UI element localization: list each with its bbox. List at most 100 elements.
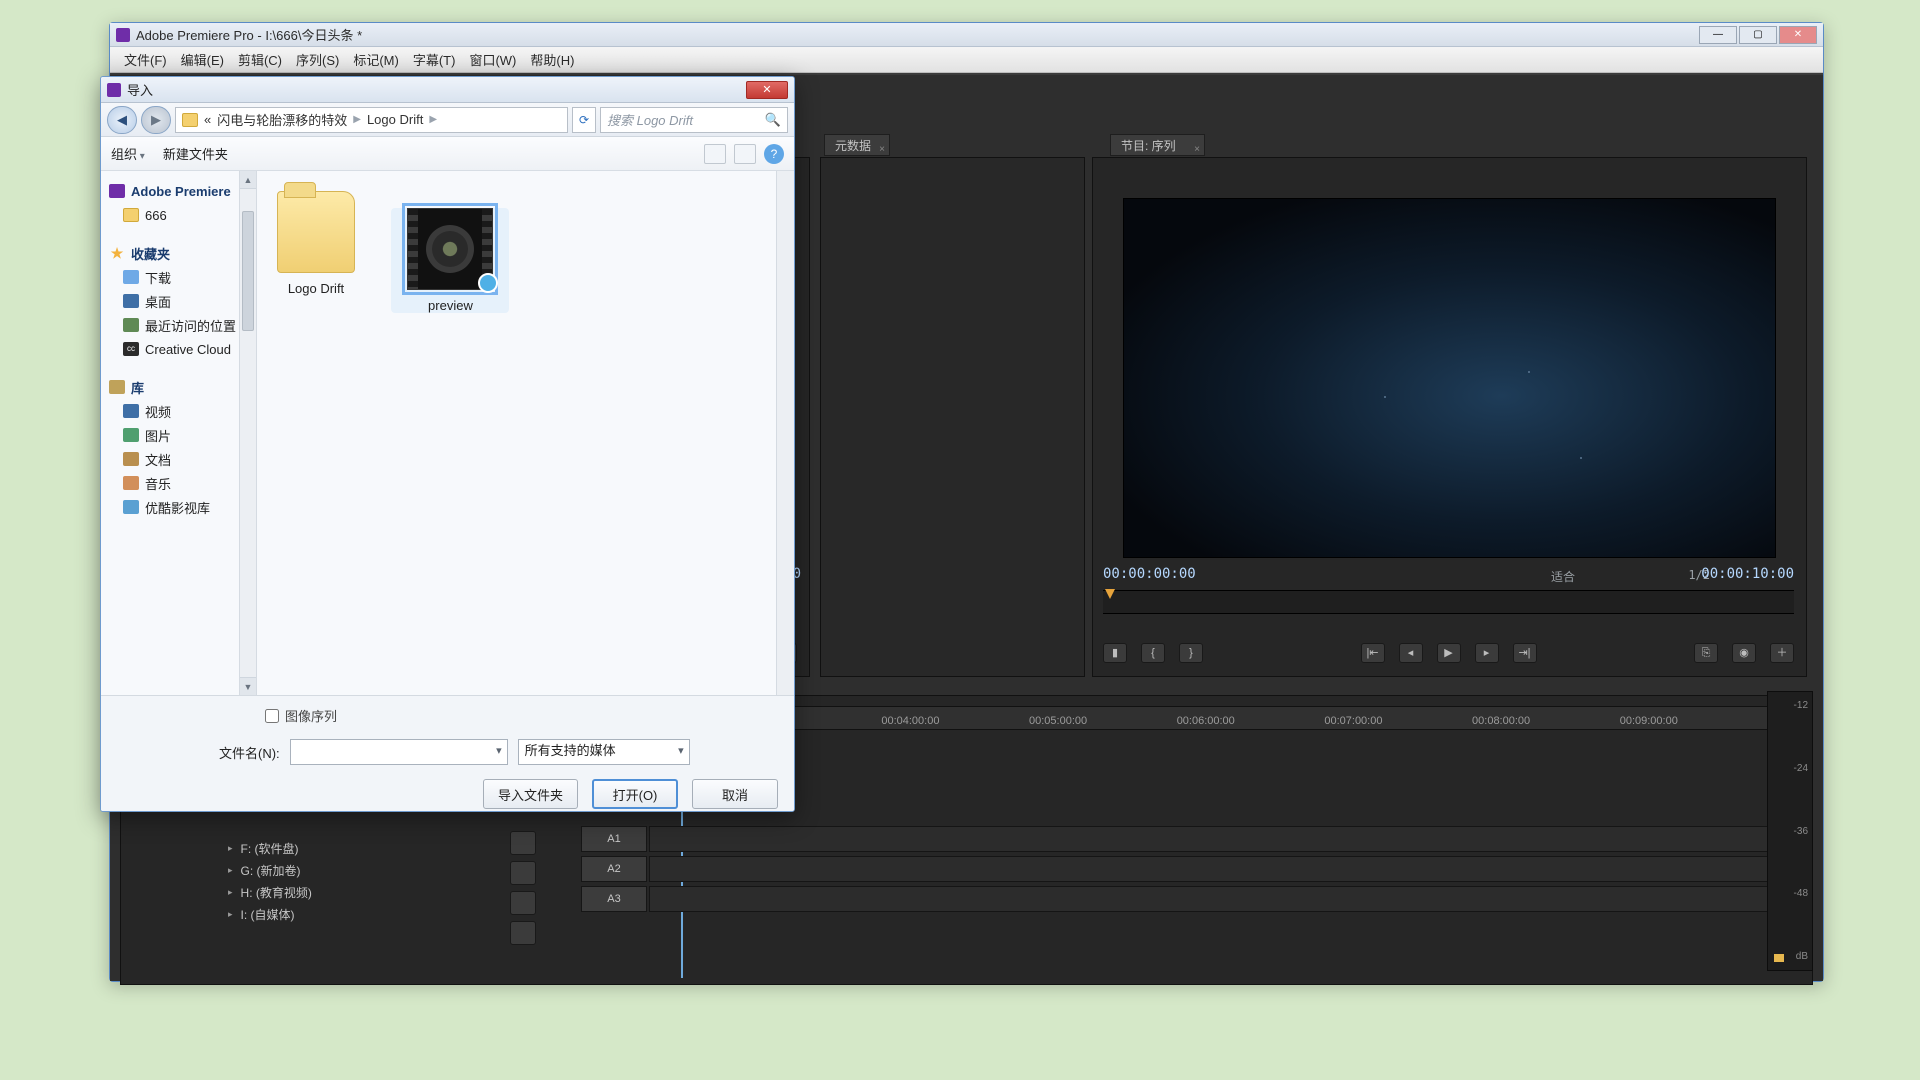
tree-node-premiere[interactable]: Adobe Premiere <box>109 179 236 203</box>
tree-node-downloads[interactable]: 下载 <box>109 265 236 289</box>
program-goto-out-button[interactable]: ⇥| <box>1513 643 1537 663</box>
program-scrubber[interactable] <box>1103 590 1794 614</box>
track-lane[interactable] <box>649 826 1800 852</box>
tree-node-music[interactable]: 音乐 <box>109 471 236 495</box>
tree-node-recent[interactable]: 最近访问的位置 <box>109 313 236 337</box>
track-head-a3[interactable]: A3 <box>581 886 647 912</box>
drive-item[interactable]: ▸F: (软件盘) <box>228 837 528 859</box>
menu-clip[interactable]: 剪辑(C) <box>238 50 282 69</box>
search-input[interactable]: 搜索 Logo Drift 🔍 <box>600 107 788 133</box>
window-minimize-button[interactable]: — <box>1699 26 1737 44</box>
tree-node-pictures[interactable]: 图片 <box>109 423 236 447</box>
tree-node-library[interactable]: 库 <box>109 375 236 399</box>
tree-node-666[interactable]: 666 <box>109 203 236 227</box>
file-list[interactable]: Logo Drift preview <box>241 171 794 695</box>
tab-program[interactable]: 节目: 序列 01 × <box>1110 134 1205 156</box>
file-name: preview <box>428 298 473 313</box>
tree-node-creative-cloud[interactable]: ccCreative Cloud <box>109 337 236 361</box>
playhead-icon[interactable] <box>1105 589 1115 599</box>
track-lane[interactable] <box>649 886 1800 912</box>
program-play-button[interactable]: ▶ <box>1437 643 1461 663</box>
open-button[interactable]: 打开(O) <box>592 779 678 809</box>
scroll-thumb[interactable] <box>242 211 254 331</box>
image-sequence-checkbox[interactable] <box>265 709 279 723</box>
tab-metadata[interactable]: 元数据 × <box>824 134 890 156</box>
refresh-button[interactable]: ⟳ <box>572 107 596 133</box>
program-add-button[interactable]: ＋ <box>1770 643 1794 663</box>
folder-icon <box>277 191 355 273</box>
dialog-titlebar[interactable]: 导入 ✕ <box>101 77 794 103</box>
ruler-tick: 00:09:00:00 <box>1620 715 1678 727</box>
program-monitor[interactable] <box>1123 198 1776 558</box>
filetype-combo[interactable]: 所有支持的媒体 <box>518 739 690 765</box>
preview-pane-button[interactable] <box>734 144 756 164</box>
program-step-back-button[interactable]: ◂ <box>1399 643 1423 663</box>
chevron-right-icon: ▶ <box>429 114 437 125</box>
program-out-button[interactable]: } <box>1179 643 1203 663</box>
menu-title[interactable]: 字幕(T) <box>413 50 456 69</box>
organize-dropdown[interactable]: 组织 <box>111 144 145 163</box>
drive-item[interactable]: ▸I: (自媒体) <box>228 903 528 925</box>
tree-scrollbar[interactable]: ▲ ▼ <box>239 171 257 695</box>
cancel-button[interactable]: 取消 <box>692 779 778 809</box>
tree-node-favorites[interactable]: ★收藏夹 <box>109 241 236 265</box>
tree-node-documents[interactable]: 文档 <box>109 447 236 471</box>
drive-item[interactable]: ▸H: (教育视频) <box>228 881 528 903</box>
scroll-down-icon[interactable]: ▼ <box>240 677 256 695</box>
breadcrumb-segment[interactable]: 闪电与轮胎漂移的特效 <box>217 110 347 129</box>
program-marker-button[interactable]: ▮ <box>1103 643 1127 663</box>
tool-button[interactable] <box>510 861 536 885</box>
file-item-video[interactable]: preview <box>391 208 509 313</box>
meter-tick: -36 <box>1790 826 1808 837</box>
program-step-fwd-button[interactable]: ▸ <box>1475 643 1499 663</box>
search-icon[interactable]: 🔍 <box>765 112 781 128</box>
tool-button[interactable] <box>510 921 536 945</box>
menu-marker[interactable]: 标记(M) <box>353 50 399 69</box>
menu-file[interactable]: 文件(F) <box>124 50 167 69</box>
import-dialog: 导入 ✕ ◀ ▶ « 闪电与轮胎漂移的特效 ▶ Logo Drift ▶ ⟳ 搜… <box>100 76 795 812</box>
ruler-tick: 00:07:00:00 <box>1324 715 1382 727</box>
program-in-button[interactable]: { <box>1141 643 1165 663</box>
dialog-close-button[interactable]: ✕ <box>746 81 788 99</box>
scroll-up-icon[interactable]: ▲ <box>240 171 256 189</box>
track-head-a2[interactable]: A2 <box>581 856 647 882</box>
window-close-button[interactable]: ✕ <box>1779 26 1817 44</box>
program-goto-in-button[interactable]: |⇤ <box>1361 643 1385 663</box>
dialog-title-text: 导入 <box>127 80 153 99</box>
filename-combo[interactable] <box>290 739 508 765</box>
drive-item[interactable]: ▸G: (新加卷) <box>228 859 528 881</box>
video-thumbnail <box>407 208 493 290</box>
metadata-panel <box>820 157 1085 677</box>
help-icon[interactable]: ? <box>764 144 784 164</box>
import-folder-button[interactable]: 导入文件夹 <box>483 779 578 809</box>
program-fit-label[interactable]: 适合 <box>1551 568 1575 585</box>
breadcrumb[interactable]: « 闪电与轮胎漂移的特效 ▶ Logo Drift ▶ <box>175 107 568 133</box>
menu-help[interactable]: 帮助(H) <box>530 50 574 69</box>
menu-sequence[interactable]: 序列(S) <box>296 50 339 69</box>
tree-node-youku[interactable]: 优酷影视库 <box>109 495 236 519</box>
tool-button[interactable] <box>510 891 536 915</box>
meter-tick: dB <box>1790 951 1808 962</box>
breadcrumb-root[interactable]: « <box>204 112 211 127</box>
file-list-scrollbar[interactable] <box>776 171 794 695</box>
menu-edit[interactable]: 编辑(E) <box>181 50 224 69</box>
new-folder-button[interactable]: 新建文件夹 <box>163 144 228 163</box>
program-extract-button[interactable]: ◉ <box>1732 643 1756 663</box>
track-lane[interactable] <box>649 856 1800 882</box>
tool-button[interactable] <box>510 831 536 855</box>
file-item-folder[interactable]: Logo Drift <box>257 191 375 296</box>
program-lift-button[interactable]: ⎘ <box>1694 643 1718 663</box>
nav-forward-button[interactable]: ▶ <box>141 106 171 134</box>
meter-tick: -48 <box>1790 888 1808 899</box>
view-mode-button[interactable] <box>704 144 726 164</box>
window-maximize-button[interactable]: ▢ <box>1739 26 1777 44</box>
ruler-tick: 00:08:00:00 <box>1472 715 1530 727</box>
nav-back-button[interactable]: ◀ <box>107 106 137 134</box>
ruler-tick: 00:06:00:00 <box>1177 715 1235 727</box>
track-head-a1[interactable]: A1 <box>581 826 647 852</box>
breadcrumb-segment[interactable]: Logo Drift <box>367 112 423 127</box>
menu-window[interactable]: 窗口(W) <box>469 50 516 69</box>
tree-node-desktop[interactable]: 桌面 <box>109 289 236 313</box>
timeline-tool-column <box>510 831 540 945</box>
tree-node-videos[interactable]: 视频 <box>109 399 236 423</box>
